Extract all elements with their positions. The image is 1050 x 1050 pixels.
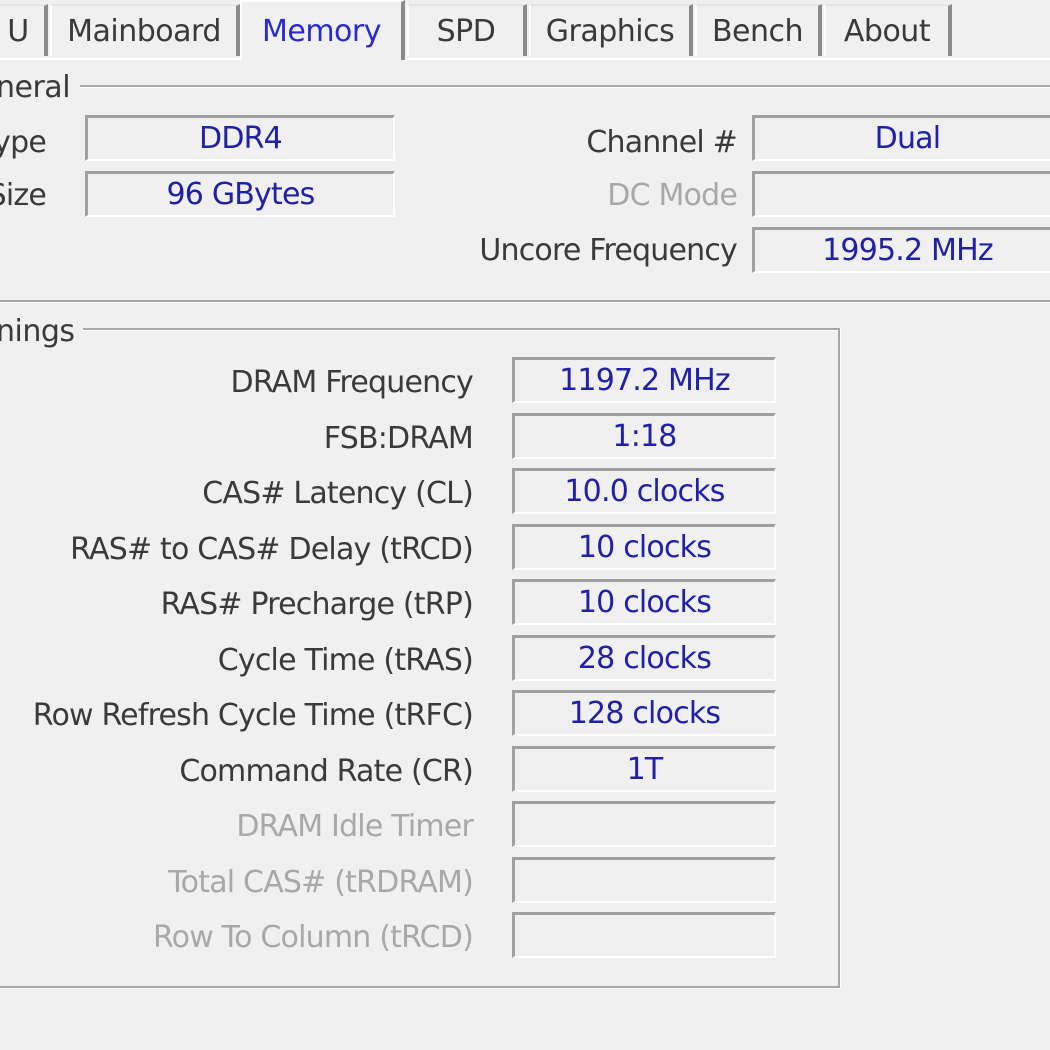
timings-group-bottom-border: [0, 986, 840, 989]
timing-value-field: 10 clocks: [512, 579, 776, 625]
timing-label: CAS# Latency (CL): [202, 476, 474, 511]
timing-value-field: 1T: [512, 745, 776, 792]
timing-label: RAS# to CAS# Delay (tRCD): [70, 531, 474, 567]
timing-value-field: 1:18: [512, 412, 776, 459]
tab-bench[interactable]: Bench: [695, 4, 822, 56]
uncore-frequency-field: 1995.2 MHz: [752, 227, 1050, 273]
timing-value-field: [512, 801, 776, 847]
timings-group-top-border: [72, 328, 840, 331]
timing-value-field: 28 clocks: [512, 634, 776, 681]
timing-label: FSB:DRAM: [323, 420, 474, 456]
dc-mode-label: DC Mode: [607, 178, 738, 213]
general-group-title: neral: [0, 70, 79, 105]
timings-group-right-border: [838, 328, 841, 988]
tab-mainboard[interactable]: Mainboard: [50, 4, 240, 56]
timing-label: Row Refresh Cycle Time (tRFC): [32, 698, 474, 733]
timing-value-field: 1197.2 MHz: [512, 357, 776, 403]
timing-value-field: [512, 912, 776, 958]
tab-bar-baseline: [0, 58, 1050, 60]
timing-label: Command Rate (CR): [179, 753, 473, 789]
timing-value-field: 10.0 clocks: [512, 468, 776, 514]
general-group-top-border: [80, 85, 1050, 88]
tab-memory[interactable]: Memory: [240, 0, 405, 60]
timing-value-field: 128 clocks: [512, 690, 776, 736]
size-label: Size: [0, 178, 47, 213]
tab-graphics[interactable]: Graphics: [529, 4, 693, 56]
timing-label: Row To Column (tRCD): [152, 920, 474, 955]
tab-spd[interactable]: SPD: [407, 4, 527, 56]
channel-field: Dual: [752, 115, 1050, 161]
timing-label: Total CAS# (tRDRAM): [168, 864, 474, 900]
type-field: DDR4: [85, 115, 395, 161]
timing-value-field: [512, 856, 776, 903]
size-field: 96 GBytes: [85, 171, 395, 217]
tab-cpu[interactable]: U: [0, 4, 48, 56]
general-group-bottom-border: [0, 300, 1050, 303]
timing-label: Cycle Time (tRAS): [217, 642, 474, 678]
timing-value-field: 10 clocks: [512, 523, 776, 570]
channel-label: Channel #: [586, 125, 737, 160]
timing-label: DRAM Frequency: [230, 365, 474, 400]
timing-label: RAS# Precharge (tRP): [160, 587, 474, 622]
tab-bar: U Mainboard Memory SPD Graphics Bench Ab…: [0, 0, 1050, 60]
timing-label: DRAM Idle Timer: [236, 809, 473, 844]
uncore-frequency-label: Uncore Frequency: [479, 233, 737, 268]
dc-mode-field: [752, 171, 1050, 217]
tab-about[interactable]: About: [824, 4, 952, 56]
type-label: ype: [0, 125, 47, 160]
timings-group-title: nings: [0, 314, 83, 349]
